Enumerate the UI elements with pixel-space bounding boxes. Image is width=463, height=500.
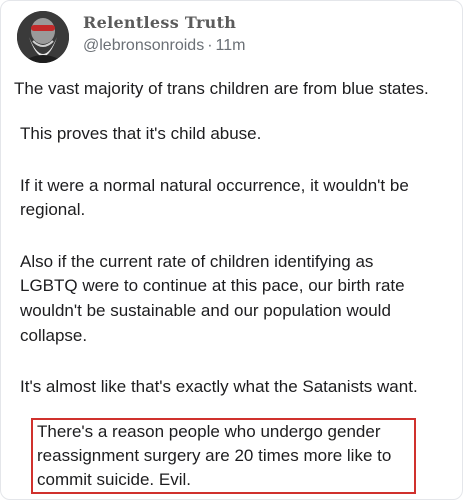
post-line: The vast majority of trans children are …: [14, 79, 429, 98]
post-line: collapse.: [20, 326, 88, 345]
post-line: LGBTQ were to continue at this pace, our…: [20, 276, 405, 295]
post-line: regional.: [20, 200, 86, 219]
avatar[interactable]: [17, 11, 69, 63]
highlighted-line: There's a reason people who undergo gend…: [37, 422, 381, 441]
post-line: Also if the current rate of children ide…: [20, 252, 374, 271]
author-handle[interactable]: @lebronsonroids: [83, 37, 204, 54]
post-line: This proves that it's child abuse.: [20, 124, 262, 143]
post-line: It's almost like that's exactly what the…: [20, 377, 418, 396]
highlighted-line: reassignment surgery are 20 times more l…: [37, 446, 392, 465]
bearded-man-avatar-icon: [17, 11, 69, 63]
post-line: wouldn't be sustainable and our populati…: [20, 301, 391, 320]
post-line: If it were a normal natural occurrence, …: [20, 176, 409, 195]
highlighted-line: commit suicide. Evil.: [37, 470, 191, 489]
author-meta: @lebronsonroids · 11m: [83, 36, 245, 56]
post-card: Relentless Truth @lebronsonroids · 11m The…: [0, 0, 463, 500]
post-timestamp[interactable]: 11m: [216, 37, 246, 54]
post-header: Relentless Truth @lebronsonroids · 11m: [17, 11, 245, 63]
author-display-name[interactable]: Relentless Truth: [83, 13, 245, 33]
meta-separator: ·: [207, 37, 213, 54]
